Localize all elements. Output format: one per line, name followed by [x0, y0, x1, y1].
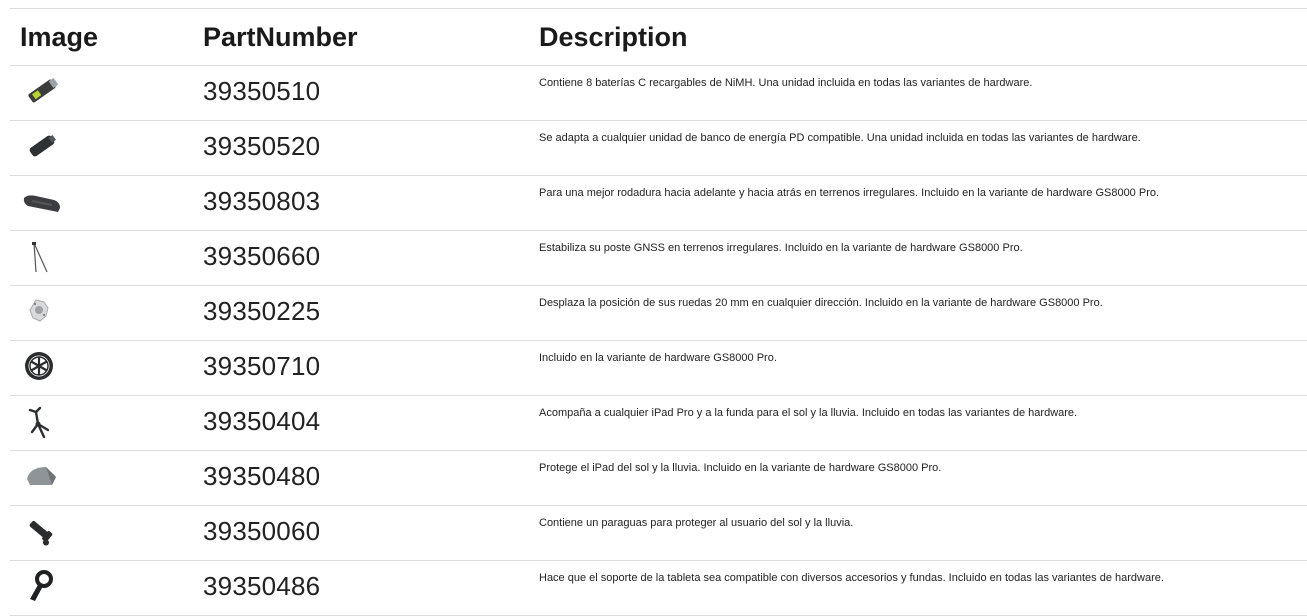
table-row: 39350520 Se adapta a cualquier unidad de…: [10, 121, 1307, 176]
header-description: Description: [539, 21, 688, 52]
description: Se adapta a cualquier unidad de banco de…: [539, 132, 1141, 144]
image-cell: [10, 286, 190, 340]
part-number: 39350803: [203, 186, 321, 216]
part-number: 39350660: [203, 241, 321, 271]
description: Acompaña a cualquier iPad Pro y a la fun…: [539, 407, 1078, 419]
description: Desplaza la posición de sus ruedas 20 mm…: [539, 297, 1103, 309]
wheel-icon: [22, 349, 62, 383]
part-number: 39350710: [203, 351, 321, 381]
part-number: 39350225: [203, 296, 321, 326]
part-number: 39350404: [203, 406, 321, 436]
part-number: 39350480: [203, 461, 321, 491]
table-row: 39350486 Hace que el soporte de la table…: [10, 561, 1307, 616]
part-number: 39350510: [203, 76, 321, 106]
part-number: 39350486: [203, 571, 321, 601]
table-row: 39350404 Acompaña a cualquier iPad Pro y…: [10, 396, 1307, 451]
table-row: 39350060 Contiene un paraguas para prote…: [10, 506, 1307, 561]
table-row: 39350710 Incluido en la variante de hard…: [10, 341, 1307, 396]
parts-table: Image PartNumber Description 39350510 Co…: [10, 8, 1307, 616]
image-cell: [10, 341, 190, 395]
tablet-adapter-icon: [22, 569, 62, 603]
description: Contiene un paraguas para proteger al us…: [539, 517, 854, 529]
header-image: Image: [20, 21, 99, 52]
image-cell: [10, 176, 190, 230]
description: Protege el iPad del sol y la lluvia. Inc…: [539, 462, 942, 474]
power-adapter-icon: [22, 129, 62, 163]
image-cell: [10, 451, 190, 505]
sun-rain-cover-icon: [22, 459, 62, 493]
image-cell: [10, 66, 190, 120]
image-cell: [10, 506, 190, 560]
tablet-mount-icon: [22, 404, 62, 438]
header-part-number: PartNumber: [203, 21, 358, 52]
part-number: 39350060: [203, 516, 321, 546]
description: Contiene 8 baterías C recargables de NiM…: [539, 77, 1033, 89]
table-row: 39350480 Protege el iPad del sol y la ll…: [10, 451, 1307, 506]
table-header-row: Image PartNumber Description: [10, 9, 1307, 66]
description: Para una mejor rodadura hacia adelante y…: [539, 187, 1160, 199]
umbrella-holder-icon: [22, 514, 62, 548]
table-row: 39350225 Desplaza la posición de sus rue…: [10, 286, 1307, 341]
battery-pack-icon: [22, 74, 62, 108]
image-cell: [10, 396, 190, 450]
bipod-icon: [22, 239, 62, 273]
table-row: 39350660 Estabiliza su poste GNSS en ter…: [10, 231, 1307, 286]
part-number: 39350520: [203, 131, 321, 161]
table-row: 39350803 Para una mejor rodadura hacia a…: [10, 176, 1307, 231]
image-cell: [10, 231, 190, 285]
description: Hace que el soporte de la tableta sea co…: [539, 572, 1164, 584]
table-row: 39350510 Contiene 8 baterías C recargabl…: [10, 66, 1307, 121]
wheel-offset-adapter-icon: [22, 294, 62, 328]
description: Incluido en la variante de hardware GS80…: [539, 352, 777, 364]
description: Estabiliza su poste GNSS en terrenos irr…: [539, 242, 1023, 254]
skid-plate-icon: [22, 184, 62, 218]
image-cell: [10, 561, 190, 615]
image-cell: [10, 121, 190, 175]
